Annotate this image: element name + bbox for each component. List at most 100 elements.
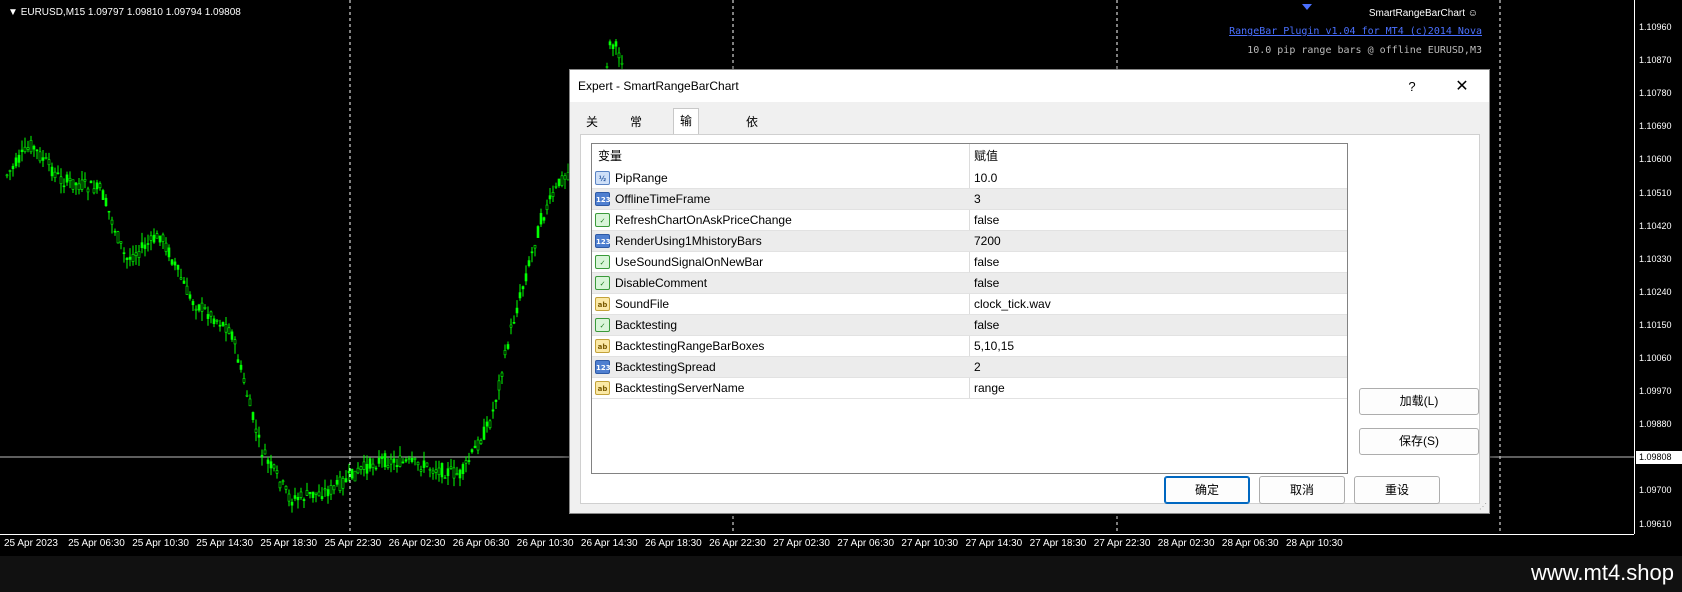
- grid-row[interactable]: ab BacktestingRangeBarBoxes 5,10,15: [592, 336, 1347, 357]
- candle: [398, 446, 402, 468]
- time-axis[interactable]: 25 Apr 2023 25 Apr 06:30 25 Apr 10:30 25 Ap…: [0, 534, 1634, 556]
- grid-row[interactable]: ab BacktestingServerName range: [592, 378, 1347, 399]
- row-value[interactable]: clock_tick.wav: [974, 294, 1051, 314]
- time-tick-label: 28 Apr 02:30: [1157, 538, 1215, 549]
- save-button[interactable]: 保存(S): [1359, 428, 1479, 455]
- grid-row[interactable]: 123 RenderUsing1MhistoryBars 7200: [592, 231, 1347, 252]
- candle: [347, 463, 351, 482]
- candle: [314, 492, 318, 503]
- price-axis[interactable]: 1.10960 1.10870 1.10780 1.10690 1.10600 1.105…: [1634, 0, 1682, 534]
- candle: [89, 180, 93, 184]
- row-value[interactable]: range: [974, 378, 1005, 398]
- candle: [524, 265, 528, 286]
- tab-inputs[interactable]: 输入参数: [673, 108, 700, 203]
- candle: [278, 481, 282, 492]
- candle: [86, 186, 90, 201]
- row-value[interactable]: 3: [974, 189, 981, 209]
- candle: [77, 178, 81, 195]
- candle: [188, 291, 192, 301]
- plugin-comment-line1: RangeBar Plugin v1.04 for MT4 (c)2014 No…: [1229, 26, 1482, 37]
- reset-button[interactable]: 重设: [1354, 476, 1440, 504]
- candle: [320, 487, 324, 502]
- price-tick-label: 1.09700: [1639, 485, 1672, 496]
- price-tick-label: 1.10870: [1639, 55, 1672, 66]
- close-button[interactable]: ✕: [1447, 76, 1477, 98]
- dialog-title: Expert - SmartRangeBarChart: [578, 79, 739, 93]
- row-value[interactable]: false: [974, 315, 999, 335]
- candle: [485, 416, 489, 433]
- string-type-icon: ab: [595, 339, 610, 353]
- candle: [446, 462, 450, 485]
- row-value[interactable]: false: [974, 252, 999, 272]
- tab-dependencies[interactable]: 依存关系: [740, 110, 765, 201]
- candle: [422, 451, 426, 473]
- load-button[interactable]: 加载(L): [1359, 388, 1479, 415]
- candle: [32, 144, 36, 157]
- grid-row[interactable]: ✓ Backtesting false: [592, 315, 1347, 336]
- candle: [152, 228, 156, 244]
- candle: [95, 179, 99, 194]
- candle: [41, 150, 45, 167]
- candle: [296, 492, 300, 509]
- tab-about[interactable]: 关于: [580, 110, 605, 153]
- candle: [461, 462, 465, 480]
- chart-menu-triangle-icon[interactable]: ▼: [8, 7, 18, 18]
- candle: [146, 234, 150, 252]
- candle: [170, 258, 174, 266]
- shift-marker-icon: [1302, 4, 1312, 10]
- grid-row[interactable]: ½ PipRange 10.0: [592, 168, 1347, 189]
- grid-row[interactable]: ✓ RefreshChartOnAskPriceChange false: [592, 210, 1347, 231]
- candle: [491, 401, 495, 419]
- candle: [617, 47, 621, 68]
- row-value[interactable]: 10.0: [974, 168, 997, 188]
- candle: [431, 467, 435, 480]
- candle: [413, 457, 417, 466]
- tab-common[interactable]: 常用: [624, 110, 649, 153]
- resize-grip-icon[interactable]: ⋰: [1479, 503, 1487, 511]
- candle: [71, 179, 75, 193]
- candle: [233, 336, 237, 354]
- row-value[interactable]: 2: [974, 357, 981, 377]
- price-tick-label: 1.10600: [1639, 154, 1672, 165]
- dialog-titlebar[interactable]: Expert - SmartRangeBarChart ? ✕: [570, 70, 1489, 102]
- grid-row[interactable]: 123 BacktestingSpread 2: [592, 357, 1347, 378]
- row-value[interactable]: false: [974, 210, 999, 230]
- grid-row[interactable]: 123 OfflineTimeFrame 3: [592, 189, 1347, 210]
- candle: [203, 304, 207, 311]
- integer-type-icon: 123: [595, 234, 611, 248]
- candle: [392, 450, 396, 470]
- candle: [245, 390, 249, 398]
- candle: [539, 208, 543, 228]
- time-tick-label: 26 Apr 22:30: [709, 538, 766, 549]
- candle: [242, 372, 246, 385]
- candle: [224, 317, 228, 342]
- row-value[interactable]: 5,10,15: [974, 336, 1014, 356]
- row-variable-name: Backtesting: [615, 318, 678, 332]
- candle: [239, 360, 243, 373]
- candle: [293, 487, 297, 502]
- candle: [368, 457, 372, 472]
- header-variable[interactable]: 变量: [598, 144, 622, 168]
- row-value[interactable]: 7200: [974, 231, 1001, 251]
- row-value[interactable]: false: [974, 273, 999, 293]
- candle: [104, 194, 108, 207]
- candle: [140, 232, 144, 254]
- header-value[interactable]: 赋值: [974, 144, 998, 168]
- candle: [476, 436, 480, 455]
- grid-row[interactable]: ✓ UseSoundSignalOnNewBar false: [592, 252, 1347, 273]
- candle: [80, 171, 84, 192]
- grid-row[interactable]: ✓ DisableComment false: [592, 273, 1347, 294]
- candle: [59, 168, 63, 194]
- ok-button[interactable]: 确定: [1164, 476, 1250, 504]
- help-button[interactable]: ?: [1399, 76, 1425, 98]
- candle: [35, 149, 39, 160]
- candle: [536, 225, 540, 238]
- candle: [125, 256, 129, 269]
- row-variable-name: UseSoundSignalOnNewBar: [615, 255, 764, 269]
- candle: [254, 419, 258, 442]
- grid-row[interactable]: ab SoundFile clock_tick.wav: [592, 294, 1347, 315]
- inputs-grid[interactable]: 变量 赋值 ½ PipRange 10.0 123 OfflineTimeFrame 3 ✓…: [591, 143, 1348, 474]
- cancel-button[interactable]: 取消: [1259, 476, 1345, 504]
- candle: [560, 171, 564, 188]
- candle: [497, 374, 501, 400]
